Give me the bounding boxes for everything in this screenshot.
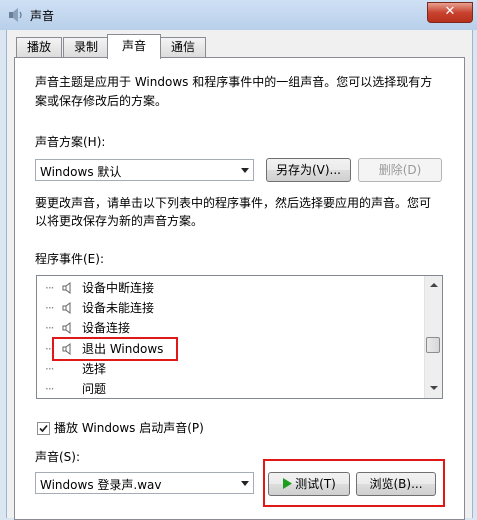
highlight-box-test-browse — [263, 459, 445, 507]
title-bar: 声音 ✕ — [0, 0, 477, 30]
close-button[interactable]: ✕ — [427, 2, 473, 23]
description-line-2: 案或保存修改后的方案。 — [35, 94, 168, 108]
list-item[interactable]: ··· 设备中断连接 — [37, 278, 423, 298]
list-item[interactable]: ··· 选择 — [37, 359, 423, 379]
sound-label: 声音(S): — [35, 450, 81, 464]
sound-scheme-label: 声音方案(H): — [35, 135, 106, 149]
highlight-box-exit-windows — [52, 337, 178, 361]
list-item-label: 问题 — [82, 382, 107, 396]
chevron-down-icon — [241, 481, 249, 486]
speaker-icon — [62, 302, 71, 314]
tab-recording[interactable]: 录制 — [63, 37, 109, 57]
chevron-down-icon — [241, 168, 249, 173]
sound-file-dropdown[interactable]: Windows 登录声.wav — [35, 472, 254, 494]
sound-scheme-value: Windows 默认 — [40, 165, 122, 179]
list-item-label: 选择 — [82, 362, 107, 376]
scroll-down-arrow-icon[interactable] — [430, 386, 438, 390]
tab-sounds[interactable]: 声音 — [107, 34, 161, 59]
list-item-label: 设备未能连接 — [82, 301, 155, 315]
save-as-button[interactable]: 另存为(V)... — [266, 158, 351, 182]
scroll-up-arrow-icon[interactable] — [430, 283, 438, 287]
delete-button[interactable]: 删除(D) — [358, 158, 442, 182]
list-item[interactable]: ··· 设备连接 — [37, 318, 423, 338]
program-events-label: 程序事件(E): — [35, 252, 104, 266]
list-item-label: 设备连接 — [82, 321, 131, 335]
tree-connector: ··· — [45, 362, 55, 376]
instructions-line-2: 以将更改保存为新的声音方案。 — [35, 214, 204, 228]
startup-sound-label[interactable]: 播放 Windows 启动声音(P) — [54, 419, 204, 438]
list-item-label: 设备中断连接 — [82, 281, 155, 295]
checkmark-icon — [39, 424, 48, 433]
list-item[interactable]: ··· 问题 — [37, 379, 423, 398]
window-title: 声音 — [30, 9, 55, 23]
scrollbar-thumb[interactable] — [426, 337, 440, 353]
speaker-app-icon — [9, 8, 22, 22]
description-line-1: 声音主题是应用于 Windows 和程序事件中的一组声音。您可以选择现有方 — [35, 75, 433, 89]
tree-connector: ··· — [45, 321, 55, 335]
speaker-icon — [62, 282, 71, 294]
list-item[interactable]: ··· 设备未能连接 — [37, 298, 423, 318]
sound-file-value: Windows 登录声.wav — [40, 478, 162, 492]
events-scrollbar[interactable] — [424, 276, 442, 398]
speaker-icon — [62, 322, 71, 334]
tree-connector: ··· — [45, 382, 55, 396]
sound-scheme-dropdown[interactable]: Windows 默认 — [35, 159, 254, 181]
startup-sound-checkbox[interactable] — [37, 422, 50, 435]
tab-communications[interactable]: 通信 — [160, 37, 206, 57]
instructions-line-1: 要更改声音，请单击以下列表中的程序事件，然后选择要应用的声音。您可 — [35, 196, 432, 210]
tree-connector: ··· — [45, 281, 55, 295]
tree-connector: ··· — [45, 301, 55, 315]
tab-playback[interactable]: 播放 — [16, 37, 62, 57]
